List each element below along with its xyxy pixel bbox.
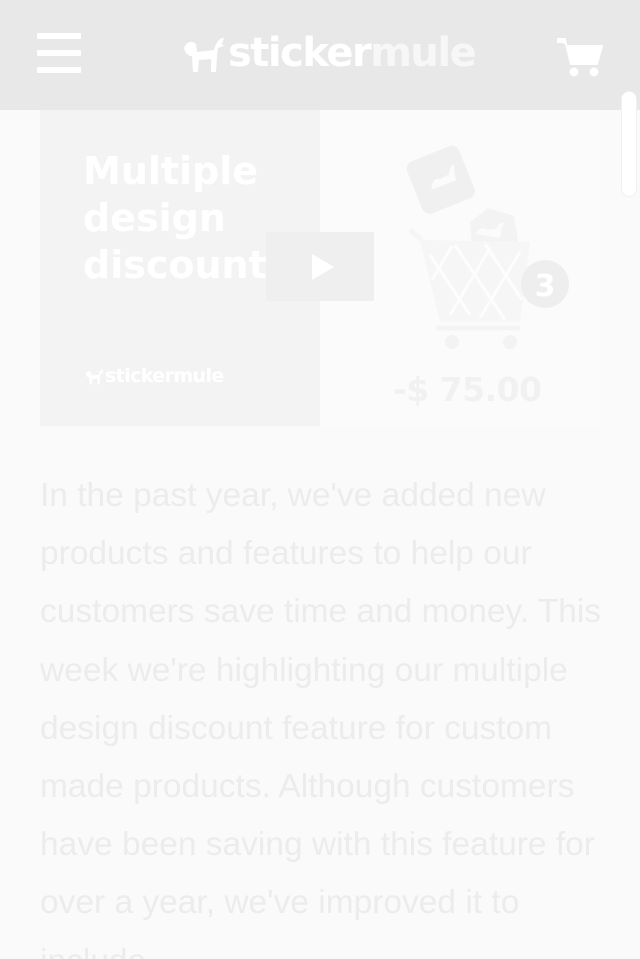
- discount-price: -$ 75.00: [393, 370, 542, 409]
- shopping-cart-icon[interactable]: [556, 36, 604, 78]
- top-nav-bar: sticker mule: [0, 0, 640, 110]
- video-title: Multiple design discount: [83, 149, 267, 287]
- page: sticker mule Multiple design discount sti…: [0, 0, 640, 959]
- mule-logo-icon: [184, 37, 224, 72]
- shopping-cart-illustration: 3: [406, 145, 569, 349]
- site-logo[interactable]: sticker mule: [180, 30, 477, 76]
- video-brand-text: stickermule: [105, 365, 224, 387]
- video-brand: stickermule: [84, 365, 224, 387]
- page-scrollbar[interactable]: [622, 92, 636, 196]
- article-body: In the past year, we've added new produc…: [40, 467, 605, 959]
- play-icon: [312, 254, 334, 280]
- hamburger-menu-icon[interactable]: [37, 33, 81, 73]
- play-button[interactable]: [266, 232, 374, 301]
- cart-glyph: [557, 38, 603, 77]
- article-paragraph: In the past year, we've added new produc…: [40, 477, 602, 959]
- logo-text-sticker: sticker: [228, 30, 372, 76]
- video-player[interactable]: Multiple design discount stickermule 3 -…: [40, 110, 600, 426]
- logo-text-mule: mule: [370, 30, 477, 76]
- mule-logo-icon: [85, 369, 104, 385]
- cart-count-badge: 3: [535, 269, 556, 304]
